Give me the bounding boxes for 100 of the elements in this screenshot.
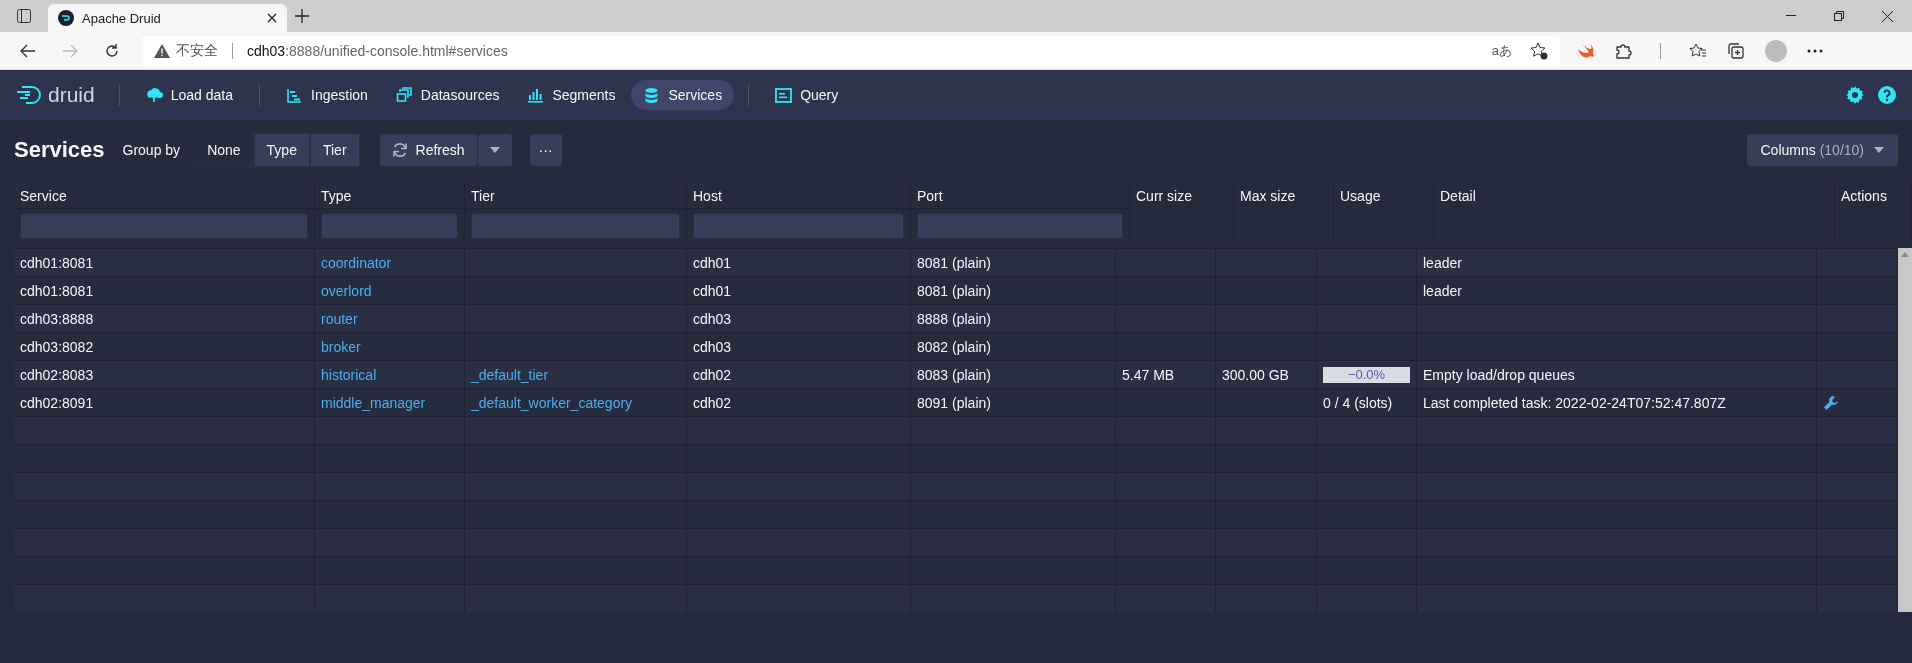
new-tab-icon[interactable] <box>295 9 309 23</box>
nav-tab[interactable]: Ingestion <box>274 80 380 110</box>
filter-field[interactable] <box>321 213 458 239</box>
table-cell: cdh03:8888 <box>20 310 94 327</box>
table-cell: 8091 (plain) <box>917 394 991 411</box>
puzzle-icon[interactable] <box>1614 41 1632 60</box>
filter-field[interactable] <box>471 213 680 239</box>
nav-tab[interactable]: Load data <box>133 80 245 110</box>
table-cell: 8081 (plain) <box>917 282 991 299</box>
column-header[interactable]: Service <box>14 180 315 208</box>
url-text: cdh03:8888/unified-console.html#services <box>247 42 508 59</box>
table-cell: cdh01 <box>693 254 732 271</box>
table-cell: cdh02 <box>693 394 732 411</box>
table-cell: 8082 (plain) <box>917 338 991 355</box>
security-label: 不安全 <box>176 41 218 60</box>
table-cell: 8888 (plain) <box>917 310 991 327</box>
column-header[interactable]: Usage <box>1334 180 1434 208</box>
filter-field[interactable] <box>693 213 904 239</box>
close-icon[interactable] <box>267 13 277 23</box>
caret-icon <box>1874 147 1884 153</box>
nav-tab[interactable]: Query <box>763 80 851 110</box>
table-cell: cdh01 <box>693 282 732 299</box>
table-cell: cdh02 <box>693 366 732 383</box>
table-cell: cdh02:8091 <box>20 394 94 411</box>
chart-icon <box>286 86 303 104</box>
column-header[interactable]: Port <box>911 180 1130 208</box>
table-cell: leader <box>1423 254 1462 271</box>
collections-icon[interactable] <box>1727 41 1745 60</box>
type-link[interactable]: broker <box>321 338 361 355</box>
refresh-button[interactable]: Refresh <box>379 134 477 166</box>
table-cell: 8081 (plain) <box>917 254 991 271</box>
group-by-option[interactable]: None <box>194 133 254 167</box>
druid-logo[interactable]: druid <box>16 83 95 107</box>
type-link[interactable]: coordinator <box>321 254 392 271</box>
table-cell: 5.47 MB <box>1122 366 1175 383</box>
close-icon[interactable] <box>1882 10 1893 22</box>
table-cell: 0 / 4 (slots) <box>1323 394 1393 411</box>
columns-button[interactable]: Columns (10/10) <box>1746 134 1898 166</box>
help-icon[interactable] <box>1878 86 1896 104</box>
more-button[interactable]: ··· <box>529 134 562 166</box>
column-header[interactable]: Actions <box>1835 180 1912 208</box>
filter-field[interactable] <box>917 213 1123 239</box>
back-icon[interactable] <box>20 43 36 58</box>
nav-tab[interactable]: Services <box>631 80 735 110</box>
bar-chart-icon <box>527 86 545 104</box>
stacked-boxes-icon <box>395 86 413 104</box>
type-link[interactable]: overlord <box>321 282 372 299</box>
more-icon[interactable] <box>1807 48 1823 53</box>
window-icon <box>775 86 793 104</box>
table-cell: cdh03:8082 <box>20 338 94 355</box>
reload-icon[interactable] <box>104 42 120 59</box>
minimize-icon[interactable] <box>1786 15 1796 17</box>
tier-link[interactable]: _default_worker_category <box>471 394 633 411</box>
nav-tab[interactable]: Datasources <box>383 80 512 110</box>
table-cell: cdh02:8083 <box>20 366 94 383</box>
caret-icon <box>489 147 500 153</box>
browser-tab[interactable]: Apache Druid <box>48 4 287 32</box>
table-cell: cdh01:8081 <box>20 254 94 271</box>
table-cell: Last completed task: 2022-02-24T07:52:47.807Z <box>1423 394 1726 411</box>
dropdown-button[interactable] <box>477 134 512 166</box>
table-cell: cdh03 <box>693 338 732 355</box>
bird-icon[interactable] <box>1576 42 1594 59</box>
tier-link[interactable]: _default_tier <box>471 366 549 383</box>
group-by-label: Group by <box>122 142 181 158</box>
column-header[interactable]: Detail <box>1434 180 1835 208</box>
table-cell: 300.00 GB <box>1222 366 1289 383</box>
table-cell: 8083 (plain) <box>917 366 991 383</box>
tab-favicon-icon <box>58 10 74 26</box>
translate-button[interactable]: aあ <box>1491 41 1512 60</box>
table-cell: cdh03 <box>693 310 732 327</box>
cloud-upload-icon <box>145 86 163 104</box>
column-header[interactable]: Tier <box>465 180 687 208</box>
nav-tab[interactable]: Segments <box>515 80 628 110</box>
wrench-icon[interactable] <box>1823 394 1839 411</box>
warning-icon <box>154 43 170 58</box>
type-link[interactable]: router <box>321 310 358 327</box>
type-link[interactable]: middle_manager <box>321 394 426 411</box>
page-title: Services <box>14 137 105 163</box>
group-by-option[interactable]: Tier <box>309 133 360 167</box>
column-header[interactable]: Curr size <box>1130 180 1234 208</box>
favorites-icon[interactable] <box>1689 41 1707 60</box>
restore-icon[interactable] <box>1834 11 1844 21</box>
settings-icon[interactable] <box>1846 86 1864 104</box>
star-plus-icon[interactable] <box>1530 41 1548 60</box>
group-by-option[interactable]: Type <box>253 133 310 167</box>
column-header[interactable]: Type <box>315 180 465 208</box>
column-header[interactable]: Max size <box>1234 180 1334 208</box>
table-cell: leader <box>1423 282 1462 299</box>
table-cell: cdh01:8081 <box>20 282 94 299</box>
table-cell: Empty load/drop queues <box>1423 366 1575 383</box>
logo-icon <box>16 84 44 106</box>
refresh-icon <box>391 142 408 158</box>
sidebar-icon[interactable] <box>16 8 32 24</box>
usage-reading: −0.0% <box>1346 366 1387 383</box>
scrollbar[interactable] <box>1898 248 1912 612</box>
type-link[interactable]: historical <box>321 366 377 383</box>
column-header[interactable]: Host <box>687 180 911 208</box>
address-field[interactable]: 不安全 cdh03:8888/unified-console.html#services aあ <box>142 35 1560 66</box>
filter-field[interactable] <box>20 213 308 239</box>
database-icon <box>643 86 661 104</box>
